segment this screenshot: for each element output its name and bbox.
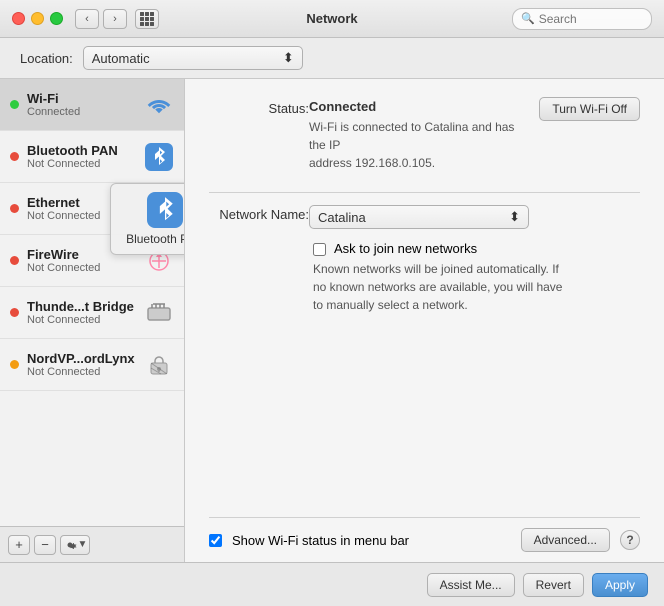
tooltip-label: Bluetooth PAN xyxy=(126,232,184,246)
ask-to-join-desc: Known networks will be joined automatica… xyxy=(313,260,640,314)
maximize-button[interactable] xyxy=(50,12,63,25)
sidebar-item-name-wifi: Wi-Fi xyxy=(27,91,144,106)
sidebar-item-status-bluetooth: Not Connected xyxy=(27,158,144,170)
tooltip-icon xyxy=(147,192,183,228)
network-dropdown-arrow: ⬍ xyxy=(509,209,520,225)
location-value: Automatic xyxy=(92,51,150,66)
status-dot-ethernet xyxy=(10,204,19,213)
sidebar-item-text-bluetooth: Bluetooth PAN Not Connected xyxy=(27,143,144,170)
help-button[interactable]: ? xyxy=(620,530,640,550)
status-dot-wifi xyxy=(10,100,19,109)
gear-button[interactable]: ▼ xyxy=(60,535,90,555)
search-input[interactable] xyxy=(539,12,643,26)
vpn-icon xyxy=(144,350,174,380)
sidebar-item-name-nordvpn: NordVP...ordLynx xyxy=(27,351,144,366)
right-panel: Status: Connected Wi-Fi is connected to … xyxy=(185,79,664,562)
sidebar-item-text-wifi: Wi-Fi Connected xyxy=(27,91,144,118)
titlebar: ‹ › Network 🔍 xyxy=(0,0,664,38)
add-network-button[interactable]: + xyxy=(8,535,30,555)
sidebar-item-status-nordvpn: Not Connected xyxy=(27,366,144,378)
status-dot-bluetooth xyxy=(10,152,19,161)
gear-dropdown-arrow: ▼ xyxy=(78,539,88,550)
bluetooth-icon xyxy=(144,142,174,172)
panel-bottom-bar: Show Wi-Fi status in menu bar Advanced..… xyxy=(209,517,640,562)
revert-button[interactable]: Revert xyxy=(523,573,584,597)
status-dot-nordvpn xyxy=(10,360,19,369)
network-name-value: Catalina xyxy=(318,210,366,225)
apply-button[interactable]: Apply xyxy=(592,573,648,597)
sidebar-item-name-bluetooth: Bluetooth PAN xyxy=(27,143,144,158)
ask-to-join-row: Ask to join new networks xyxy=(313,241,640,256)
main-content: Wi-Fi Connected Bluetooth PAN Not Connec… xyxy=(0,79,664,562)
location-select[interactable]: Automatic ⬍ xyxy=(83,46,303,70)
thunderbolt-icon xyxy=(144,298,174,328)
location-label: Location: xyxy=(20,51,73,66)
status-value: Connected xyxy=(309,99,529,114)
minimize-button[interactable] xyxy=(31,12,44,25)
network-name-content: Catalina ⬍ xyxy=(309,205,640,229)
sidebar: Wi-Fi Connected Bluetooth PAN Not Connec… xyxy=(0,79,185,562)
show-wifi-checkbox[interactable] xyxy=(209,534,222,547)
forward-button[interactable]: › xyxy=(103,9,127,29)
sidebar-item-name-thunderbolt: Thunde...t Bridge xyxy=(27,299,144,314)
status-label: Status: xyxy=(209,99,309,116)
close-button[interactable] xyxy=(12,12,25,25)
sidebar-item-wifi[interactable]: Wi-Fi Connected xyxy=(0,79,184,131)
spacer xyxy=(209,322,640,517)
advanced-button[interactable]: Advanced... xyxy=(521,528,610,552)
sidebar-bottom: + − ▼ xyxy=(0,526,184,562)
show-wifi-label: Show Wi-Fi status in menu bar xyxy=(232,533,409,548)
assist-me-button[interactable]: Assist Me... xyxy=(427,573,515,597)
status-description: Wi-Fi is connected to Catalina and has t… xyxy=(309,118,529,172)
network-name-label: Network Name: xyxy=(209,205,309,222)
search-icon: 🔍 xyxy=(521,12,535,25)
bluetooth-tooltip: Bluetooth PAN xyxy=(110,183,184,255)
back-button[interactable]: ‹ xyxy=(75,9,99,29)
window-title: Network xyxy=(306,11,357,26)
turn-wifi-off-button[interactable]: Turn Wi-Fi Off xyxy=(539,97,640,121)
sidebar-item-text-nordvpn: NordVP...ordLynx Not Connected xyxy=(27,351,144,378)
divider xyxy=(209,192,640,193)
wifi-icon xyxy=(144,90,174,120)
grid-button[interactable] xyxy=(135,9,159,29)
network-name-row: Network Name: Catalina ⬍ xyxy=(209,205,640,229)
sidebar-item-bluetooth[interactable]: Bluetooth PAN Not Connected xyxy=(0,131,184,183)
sidebar-item-nordvpn[interactable]: NordVP...ordLynx Not Connected xyxy=(0,339,184,391)
status-dot-firewire xyxy=(10,256,19,265)
sidebar-item-thunderbolt[interactable]: Thunde...t Bridge Not Connected xyxy=(0,287,184,339)
ask-to-join-checkbox[interactable] xyxy=(313,243,326,256)
sidebar-item-status-thunderbolt: Not Connected xyxy=(27,314,144,326)
sidebar-item-text-thunderbolt: Thunde...t Bridge Not Connected xyxy=(27,299,144,326)
location-bar: Location: Automatic ⬍ xyxy=(0,38,664,79)
footer: Assist Me... Revert Apply xyxy=(0,562,664,606)
sidebar-list: Wi-Fi Connected Bluetooth PAN Not Connec… xyxy=(0,79,184,526)
status-dot-thunderbolt xyxy=(10,308,19,317)
status-content: Connected Wi-Fi is connected to Catalina… xyxy=(309,99,640,172)
ask-to-join-section: Ask to join new networks Known networks … xyxy=(313,241,640,314)
status-row: Status: Connected Wi-Fi is connected to … xyxy=(209,99,640,172)
sidebar-item-status-firewire: Not Connected xyxy=(27,262,144,274)
ask-to-join-label: Ask to join new networks xyxy=(334,241,477,256)
location-dropdown-arrow: ⬍ xyxy=(283,50,294,66)
remove-network-button[interactable]: − xyxy=(34,535,56,555)
network-name-select[interactable]: Catalina ⬍ xyxy=(309,205,529,229)
search-box[interactable]: 🔍 xyxy=(512,8,652,30)
sidebar-item-status-wifi: Connected xyxy=(27,106,144,118)
traffic-lights xyxy=(12,12,63,25)
nav-buttons: ‹ › xyxy=(75,9,127,29)
